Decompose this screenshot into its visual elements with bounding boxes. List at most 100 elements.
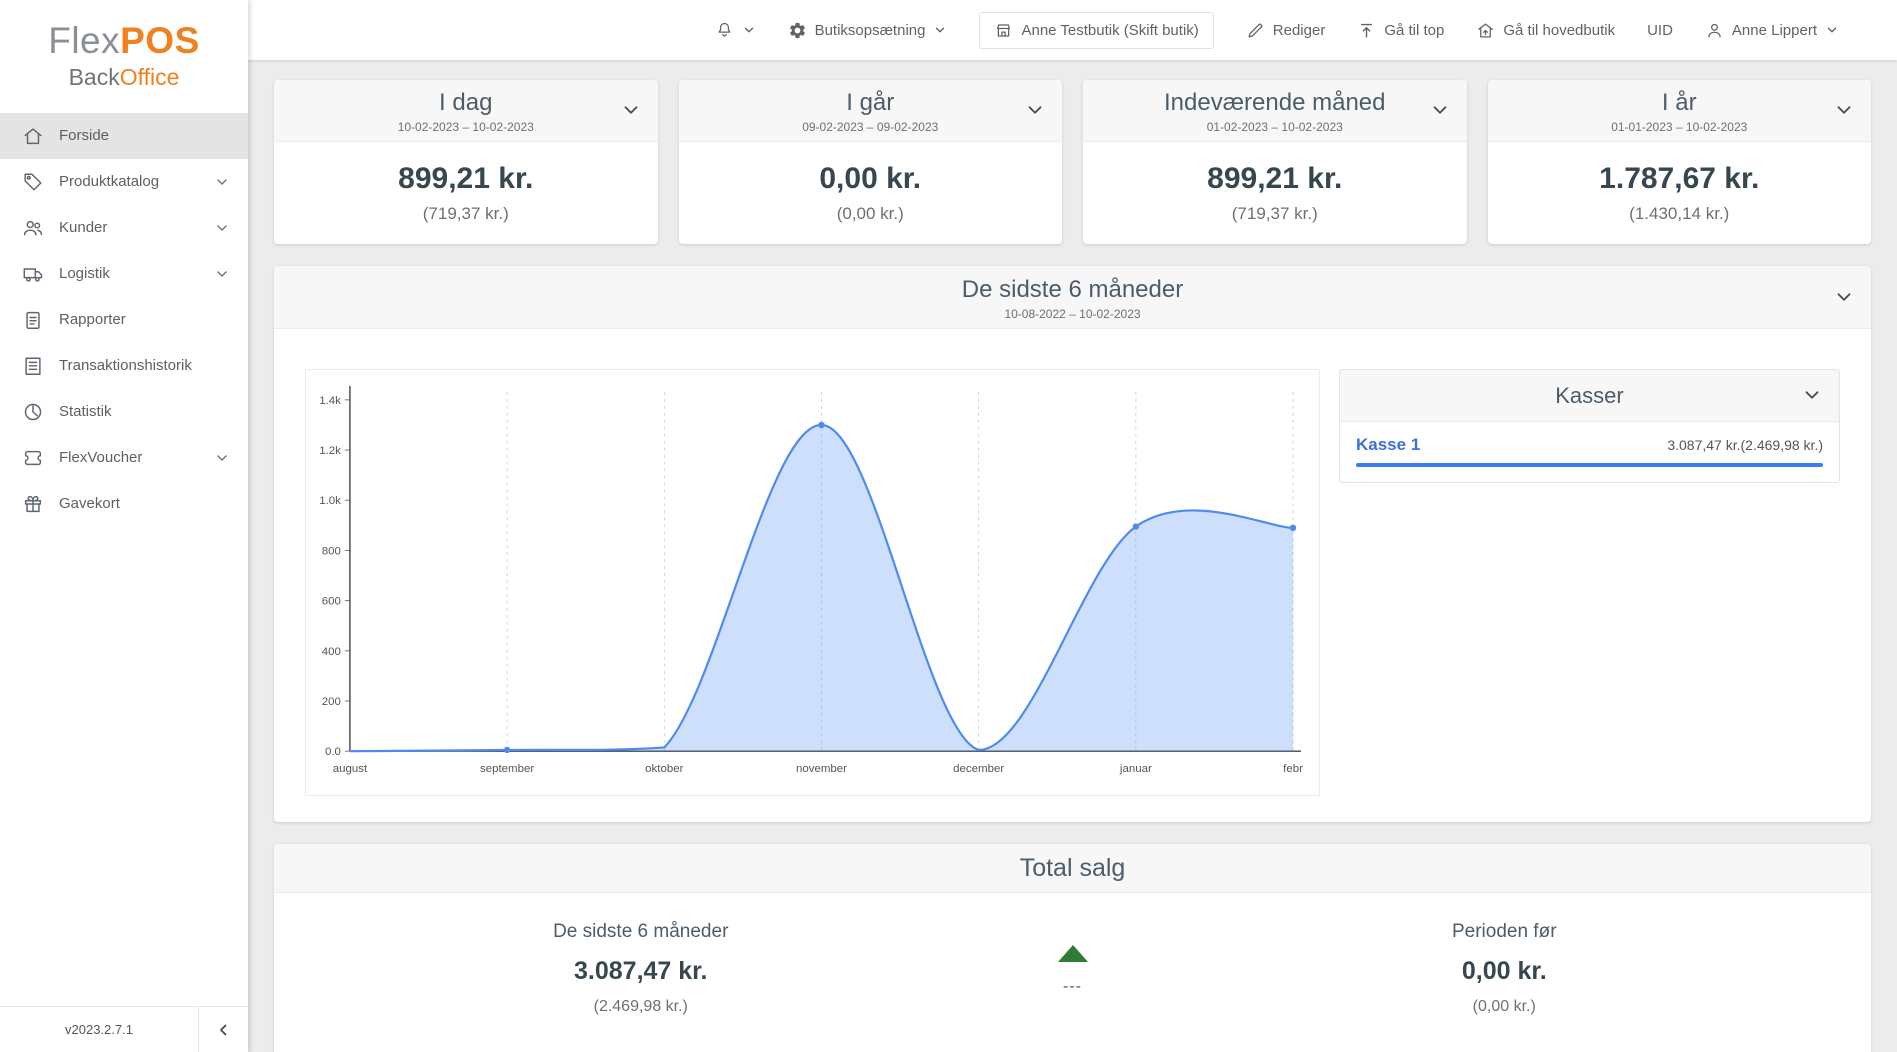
butiksopsaetning-menu[interactable]: Butiksopsætning xyxy=(788,21,948,40)
stat-card-value: 1.787,67 kr. xyxy=(1488,162,1872,196)
svg-text:september: september xyxy=(480,763,534,775)
notifications-button[interactable] xyxy=(715,21,756,40)
total-right-label: Perioden før xyxy=(1138,921,1872,943)
chevron-down-icon xyxy=(1429,99,1451,121)
kasse-value: 3.087,47 kr.(2.469,98 kr.) xyxy=(1667,437,1823,453)
ga-til-top-button[interactable]: Gå til top xyxy=(1357,21,1444,40)
sidebar-item-label: Gavekort xyxy=(59,495,120,512)
kasse-row[interactable]: Kasse 1 3.087,47 kr.(2.469,98 kr.) xyxy=(1356,435,1823,467)
voucher-icon xyxy=(22,447,44,469)
svg-text:1.2k: 1.2k xyxy=(319,445,341,457)
sidebar-item-flexvoucher[interactable]: FlexVoucher xyxy=(0,435,248,481)
report-icon xyxy=(22,309,44,331)
stat-card-body: 0,00 kr. (0,00 kr.) xyxy=(679,142,1063,245)
user-menu[interactable]: Anne Lippert xyxy=(1705,21,1839,40)
uid-label: UID xyxy=(1647,22,1673,39)
sidebar-item-label: Transaktionshistorik xyxy=(59,357,192,374)
chevron-down-icon xyxy=(1024,99,1046,121)
svg-text:1.4k: 1.4k xyxy=(319,395,341,407)
stat-card-subvalue: (719,37 kr.) xyxy=(1083,204,1467,224)
chevron-down-icon xyxy=(1833,286,1855,308)
stat-card-period: 09-02-2023 – 09-02-2023 xyxy=(723,120,1019,134)
total-right-column: Perioden før 0,00 kr. (0,00 kr.) xyxy=(1138,921,1872,1016)
total-trend: --- xyxy=(1008,921,1138,996)
kasse-name-link[interactable]: Kasse 1 xyxy=(1356,435,1420,455)
trend-up-icon xyxy=(1058,945,1088,962)
uid-button[interactable]: UID xyxy=(1647,22,1673,39)
sidebar-item-kunder[interactable]: Kunder xyxy=(0,205,248,251)
users-icon xyxy=(22,217,44,239)
sales-panel-body: augustseptemberoktobernovemberdecemberja… xyxy=(274,329,1871,822)
stat-card-subvalue: (0,00 kr.) xyxy=(679,204,1063,224)
logo-flex-text: Flex xyxy=(48,20,120,61)
sidebar-item-label: Kunder xyxy=(59,219,107,236)
sidebar-item-gavekort[interactable]: Gavekort xyxy=(0,481,248,527)
kasse-progress xyxy=(1356,463,1823,467)
logo-pos-text: POS xyxy=(120,20,200,61)
current-store-label: Anne Testbutik (Skift butik) xyxy=(1021,22,1198,39)
sidebar-item-forside[interactable]: Forside xyxy=(0,113,248,159)
stat-card-body: 1.787,67 kr. (1.430,14 kr.) xyxy=(1488,142,1872,245)
total-right-subvalue: (0,00 kr.) xyxy=(1138,998,1872,1016)
stat-card-value: 0,00 kr. xyxy=(679,162,1063,196)
panel-collapse-button[interactable] xyxy=(1833,286,1855,308)
tag-icon xyxy=(22,171,44,193)
current-store-button[interactable]: Anne Testbutik (Skift butik) xyxy=(979,12,1213,49)
svg-text:600: 600 xyxy=(322,595,341,607)
person-icon xyxy=(1705,21,1724,40)
stat-card-title: Indeværende måned xyxy=(1127,89,1423,117)
rediger-button[interactable]: Rediger xyxy=(1246,21,1326,40)
stat-card-value: 899,21 kr. xyxy=(1083,162,1467,196)
total-salg-body: De sidste 6 måneder 3.087,47 kr. (2.469,… xyxy=(274,893,1871,1052)
kasser-title: Kasser xyxy=(1384,383,1795,409)
main-area: Butiksopsætning Anne Testbutik (Skift bu… xyxy=(248,0,1897,1052)
sidebar-item-label: Rapporter xyxy=(59,311,126,328)
total-salg-header: Total salg xyxy=(274,844,1871,893)
kasser-collapse-button[interactable] xyxy=(1801,384,1823,406)
stat-card-i-gaar: I går 09-02-2023 – 09-02-2023 0,00 kr. (… xyxy=(679,80,1063,244)
stat-card-header: I dag 10-02-2023 – 10-02-2023 xyxy=(274,80,658,142)
sidebar-item-transaktionshistorik[interactable]: Transaktionshistorik xyxy=(0,343,248,389)
arrow-to-top-icon xyxy=(1357,21,1376,40)
sidebar-item-label: Logistik xyxy=(59,265,110,282)
sidebar-item-logistik[interactable]: Logistik xyxy=(0,251,248,297)
gift-icon xyxy=(22,493,44,515)
rediger-label: Rediger xyxy=(1273,22,1326,39)
dashboard-content: I dag 10-02-2023 – 10-02-2023 899,21 kr.… xyxy=(248,60,1897,1052)
stat-card-indevaerende-maaned: Indeværende måned 01-02-2023 – 10-02-202… xyxy=(1083,80,1467,244)
card-collapse-button[interactable] xyxy=(1024,99,1046,121)
logo-backoffice: BackOffice xyxy=(0,64,248,91)
card-collapse-button[interactable] xyxy=(620,99,642,121)
chevron-down-icon xyxy=(214,174,230,190)
sales-chart-panel: De sidste 6 måneder 10-08-2022 – 10-02-2… xyxy=(274,266,1871,822)
svg-text:december: december xyxy=(953,763,1004,775)
bell-icon xyxy=(715,21,734,40)
card-collapse-button[interactable] xyxy=(1833,99,1855,121)
sidebar-item-label: Forside xyxy=(59,127,109,144)
svg-text:november: november xyxy=(796,763,847,775)
sidebar-item-statistik[interactable]: Statistik xyxy=(0,389,248,435)
trend-subtext: --- xyxy=(1008,978,1138,996)
main-store-icon xyxy=(1476,21,1495,40)
stat-card-subvalue: (719,37 kr.) xyxy=(274,204,658,224)
sidebar-footer: v2023.2.7.1 xyxy=(0,1006,248,1052)
stat-card-value: 899,21 kr. xyxy=(274,162,658,196)
sidebar-item-rapporter[interactable]: Rapporter xyxy=(0,297,248,343)
chevron-down-icon xyxy=(214,266,230,282)
svg-text:oktober: oktober xyxy=(645,763,683,775)
ga-til-hovedbutik-label: Gå til hovedbutik xyxy=(1503,22,1615,39)
ga-til-hovedbutik-button[interactable]: Gå til hovedbutik xyxy=(1476,21,1615,40)
stat-cards-row: I dag 10-02-2023 – 10-02-2023 899,21 kr.… xyxy=(274,80,1871,244)
stat-card-body: 899,21 kr. (719,37 kr.) xyxy=(1083,142,1467,245)
sales-panel-header: De sidste 6 måneder 10-08-2022 – 10-02-2… xyxy=(274,266,1871,329)
logo-office-text: Office xyxy=(120,64,180,90)
svg-text:1.0k: 1.0k xyxy=(319,495,341,507)
sidebar-item-produktkatalog[interactable]: Produktkatalog xyxy=(0,159,248,205)
sales-panel-title: De sidste 6 måneder xyxy=(318,276,1827,304)
stat-card-body: 899,21 kr. (719,37 kr.) xyxy=(274,142,658,245)
topbar: Butiksopsætning Anne Testbutik (Skift bu… xyxy=(248,0,1897,60)
logo-back-text: Back xyxy=(69,64,120,90)
total-salg-title: Total salg xyxy=(318,854,1827,883)
sidebar-collapse-button[interactable] xyxy=(198,1007,248,1052)
card-collapse-button[interactable] xyxy=(1429,99,1451,121)
